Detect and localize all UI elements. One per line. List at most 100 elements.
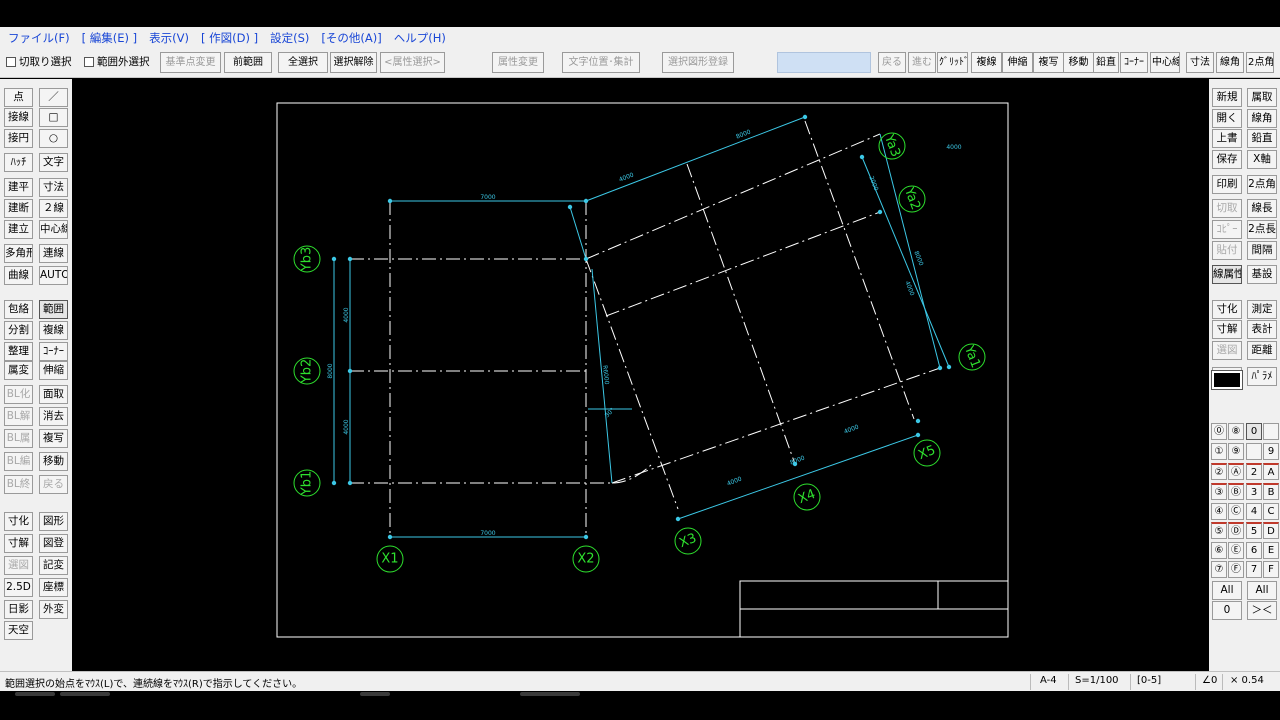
right-tool-button[interactable]: 属取 [1247,88,1277,107]
toolbar-button[interactable]: 進む [908,52,936,73]
layer-button[interactable]: Ⓐ [1228,463,1244,480]
layer-button[interactable]: ① [1211,443,1227,460]
left-tool-button[interactable]: 2.5D [4,578,33,597]
layer-button[interactable] [1263,423,1279,440]
left-tool-button[interactable]: 寸化 [4,512,33,531]
left-tool-button[interactable]: BL解 [4,407,33,426]
left-tool-button[interactable]: 建立 [4,220,33,239]
right-tool-button[interactable]: ﾊﾟﾗﾒ [1247,367,1277,386]
menu-draw[interactable]: [ 作図(D) ] [195,30,264,46]
layer-button[interactable]: ⑧ [1228,423,1244,440]
left-tool-button[interactable]: 寸法 [39,178,68,197]
right-tool-button[interactable]: 寸解 [1212,320,1242,339]
left-tool-button[interactable]: BL編 [4,452,33,471]
left-tool-button[interactable]: 選図 [4,556,33,575]
layer-button[interactable]: ④ [1211,503,1227,520]
layer-button[interactable]: Ⓕ [1228,561,1244,578]
left-tool-button[interactable]: 建断 [4,199,33,218]
toolbar-button[interactable]: 2点角 [1246,52,1274,73]
left-tool-button[interactable]: 伸縮 [39,361,68,380]
left-tool-button[interactable]: ｺｰﾅｰ [39,342,68,361]
layer-button[interactable]: Ⓓ [1228,522,1244,539]
toolbar-button[interactable]: 前範囲 [224,52,272,73]
right-tool-button[interactable]: 測定 [1247,300,1277,319]
layer-button[interactable]: 9 [1263,443,1279,460]
right-tool-button[interactable]: X軸 [1247,150,1277,169]
layer-button[interactable]: Ⓒ [1228,503,1244,520]
left-tool-button[interactable]: 点 [4,88,33,107]
toolbar-button[interactable]: 寸法 [1186,52,1214,73]
toolbar-button[interactable]: 鉛直 [1093,52,1119,73]
right-tool-button[interactable]: 鉛直 [1247,129,1277,148]
toolbar-button[interactable]: 基準点変更 [160,52,221,73]
left-tool-button[interactable]: 外変 [39,600,68,619]
right-tool-button[interactable]: 貼付 [1212,241,1242,260]
toolbar-button[interactable]: ｸﾞﾘｯﾄﾞ [937,52,968,73]
right-tool-button[interactable]: 保存 [1212,150,1242,169]
outside-select-checkbox[interactable]: 範囲外選択 [84,54,150,69]
toolbar-button[interactable]: 線角 [1216,52,1244,73]
toolbar-button[interactable]: 戻る [878,52,906,73]
right-tool-button[interactable]: 新規 [1212,88,1242,107]
layer-button[interactable]: ⑦ [1211,561,1227,578]
toolbar-button[interactable]: 属性変更 [492,52,544,73]
menu-view[interactable]: 表示(V) [143,30,195,46]
left-tool-button[interactable]: 分割 [4,321,33,340]
left-tool-button[interactable]: □ [39,108,68,127]
right-tool-button[interactable]: 線属性 [1212,265,1242,284]
left-tool-button[interactable]: 天空 [4,621,33,640]
layer-all-button[interactable]: 0 [1212,601,1242,620]
layer-button[interactable] [1246,443,1262,460]
left-tool-button[interactable]: 複線 [39,321,68,340]
layer-button[interactable]: ⑥ [1211,542,1227,559]
layer-button[interactable]: 7 [1246,561,1262,578]
left-tool-button[interactable]: BL終 [4,475,33,494]
right-tool-button[interactable]: 表計 [1247,320,1277,339]
left-tool-button[interactable]: 面取 [39,385,68,404]
right-tool-button[interactable]: 上書 [1212,129,1242,148]
drawing-canvas[interactable]: .w{stroke:#fff;stroke-width:1;fill:none}… [72,79,1209,671]
toolbar-button[interactable]: 文字位置･集計 [562,52,640,73]
layer-button[interactable]: ⑨ [1228,443,1244,460]
right-tool-button[interactable]: 選図 [1212,341,1242,360]
paper-size[interactable]: A-4 [1040,675,1057,686]
left-tool-button[interactable]: 包絡 [4,300,33,319]
right-tool-button[interactable]: 開く [1212,109,1242,128]
left-tool-button[interactable]: 移動 [39,452,68,471]
menu-other[interactable]: [その他(A)] [315,30,387,46]
layer-button[interactable]: Ⓔ [1228,542,1244,559]
menu-help[interactable]: ヘルプ(H) [388,30,452,46]
left-tool-button[interactable]: 接線 [4,108,33,127]
toolbar-button[interactable]: 中心線 [1150,52,1180,73]
left-tool-button[interactable]: ○ [39,129,68,148]
right-tool-button[interactable]: 2点角 [1247,175,1277,194]
left-tool-button[interactable]: 座標 [39,578,68,597]
layer-all-button[interactable]: All [1247,581,1277,600]
angle-display[interactable]: ∠0 [1202,675,1217,686]
right-tool-button[interactable]: 印刷 [1212,175,1242,194]
left-tool-button[interactable]: ２線 [39,199,68,218]
left-tool-button[interactable]: 複写 [39,429,68,448]
left-tool-button[interactable]: 曲線 [4,266,33,285]
right-tool-button[interactable]: 切取 [1212,199,1242,218]
layer-button[interactable]: 4 [1246,503,1262,520]
toolbar-button[interactable]: ｺｰﾅｰ [1120,52,1148,73]
left-tool-button[interactable]: 範囲 [39,300,68,319]
right-tool-button[interactable]: 寸化 [1212,300,1242,319]
menu-edit[interactable]: [ 編集(E) ] [76,30,144,46]
cut-select-checkbox[interactable]: 切取り選択 [6,54,72,69]
toolbar-button[interactable]: <属性選択> [380,52,445,73]
right-tool-button[interactable]: 間隔 [1247,241,1277,260]
right-tool-button[interactable]: 基設 [1247,265,1277,284]
toolbar-button[interactable]: 全選択 [278,52,328,73]
layer-button[interactable]: ⑤ [1211,522,1227,539]
scale-display[interactable]: S=1/100 [1075,675,1119,686]
left-tool-button[interactable]: ﾊｯﾁ [4,153,33,172]
left-tool-button[interactable]: 図登 [39,534,68,553]
line-type-swatch[interactable] [1211,370,1243,390]
right-tool-button[interactable]: ｺﾋﾟｰ [1212,220,1242,239]
left-tool-button[interactable]: 属変 [4,361,33,380]
left-tool-button[interactable]: 連線 [39,244,68,263]
left-tool-button[interactable]: 記変 [39,556,68,575]
layer-button[interactable]: B [1263,483,1279,500]
